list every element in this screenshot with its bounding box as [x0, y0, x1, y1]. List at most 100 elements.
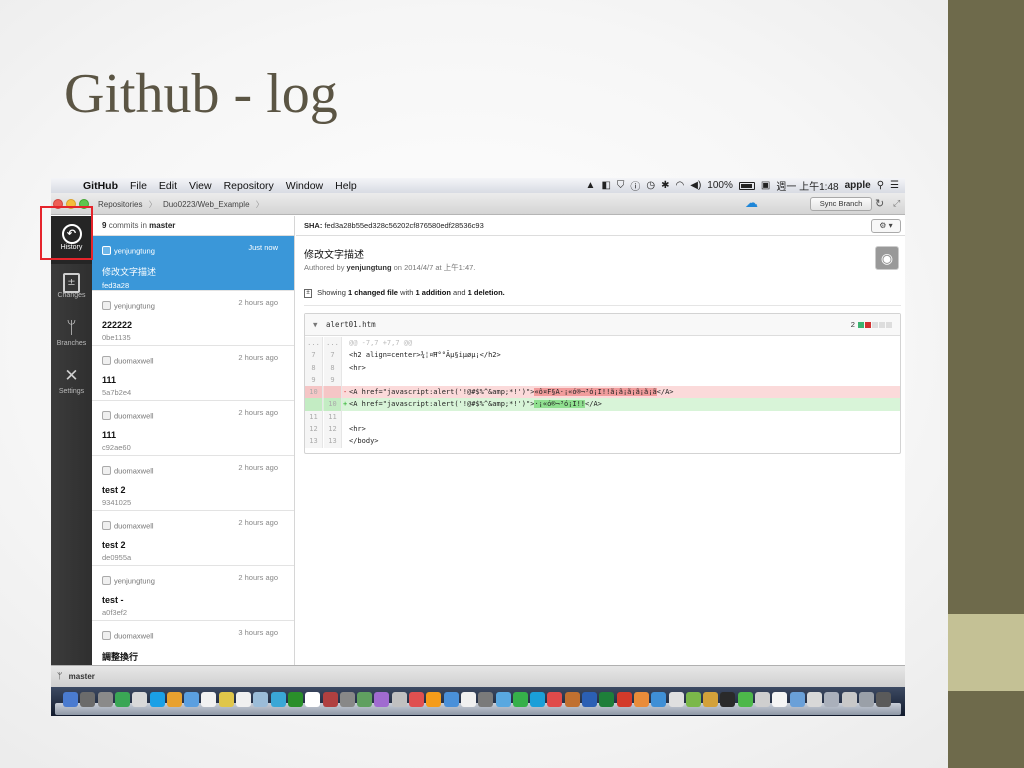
diff-code: <A href="javascript:alert('!@#$%^&amp;*!…	[349, 398, 602, 410]
dock-app-icon[interactable]	[720, 692, 736, 707]
menu-app-name[interactable]: GitHub	[77, 180, 124, 192]
dock-app-icon[interactable]	[426, 692, 442, 707]
dock-app-icon[interactable]	[460, 692, 476, 707]
dock-app-icon[interactable]	[357, 692, 373, 707]
dock-app-icon[interactable]	[547, 692, 563, 707]
dock-app-icon[interactable]	[772, 692, 788, 707]
file-diff-header[interactable]: ▼ alert01.htm 2	[305, 314, 900, 336]
dock-app-icon[interactable]	[530, 692, 546, 707]
sync-branch-button[interactable]: Sync Branch	[810, 197, 872, 211]
dock-app-icon[interactable]	[339, 692, 355, 707]
breadcrumb-repo[interactable]: Duo0223/Web_Example	[163, 200, 250, 209]
dock-app-icon[interactable]	[564, 692, 580, 707]
notification-icon[interactable]: ▲	[586, 180, 596, 191]
dock-app-icon[interactable]	[616, 692, 632, 707]
dock-app-icon[interactable]	[651, 692, 667, 707]
dock-app-icon[interactable]	[789, 692, 805, 707]
dock-app-icon[interactable]	[114, 692, 130, 707]
volume-icon[interactable]: ◀)	[690, 180, 701, 191]
bluetooth-icon[interactable]: ✱	[661, 180, 669, 191]
commit-count: 9	[102, 221, 107, 230]
dock-app-icon[interactable]	[478, 692, 494, 707]
dock-app-icon[interactable]	[858, 692, 874, 707]
dock-app-icon[interactable]	[287, 692, 303, 707]
commit-row[interactable]: yenjungtung 2 hours ago test - a0f3ef2	[92, 566, 294, 621]
dock-app-icon[interactable]	[841, 692, 857, 707]
dock-app-icon[interactable]	[512, 692, 528, 707]
commit-row[interactable]: yenjungtung 2 hours ago 222222 0be1135	[92, 291, 294, 346]
menu-repository[interactable]: Repository	[218, 180, 280, 192]
screen-icon[interactable]: ◧	[601, 180, 610, 191]
dock-app-icon[interactable]	[97, 692, 113, 707]
dock-app-icon[interactable]	[322, 692, 338, 707]
dock-app-icon[interactable]	[703, 692, 719, 707]
notification-center-icon[interactable]: ☰	[890, 180, 899, 191]
cloud-sync-icon[interactable]: ☁	[745, 196, 761, 209]
nav-settings[interactable]: ✕ Settings	[51, 360, 92, 408]
diff-code: @@ -7,7 +7,7 @@	[349, 337, 412, 349]
shield-icon[interactable]: ⛉	[617, 180, 625, 191]
slide-accent-bar-mid	[948, 614, 1024, 691]
current-branch[interactable]: master	[69, 672, 95, 681]
dock-app-icon[interactable]	[668, 692, 684, 707]
nav-branches[interactable]: ᛘ Branches	[51, 312, 92, 360]
dock-app-icon[interactable]	[253, 692, 269, 707]
dock-app-icon[interactable]	[201, 692, 217, 707]
dock-app-icon[interactable]	[305, 692, 321, 707]
dock-app-icon[interactable]	[236, 692, 251, 707]
dock-app-icon[interactable]	[755, 692, 770, 707]
nav-changes[interactable]: ± Changes	[51, 264, 92, 312]
dock-app-icon[interactable]	[633, 692, 649, 707]
dock-app-icon[interactable]	[184, 692, 200, 707]
dock-app-icon[interactable]	[149, 692, 165, 707]
dock-app-icon[interactable]	[824, 692, 840, 707]
dock-app-icon[interactable]	[409, 692, 424, 707]
commit-row[interactable]: duomaxwell 2 hours ago 111 c92ae60	[92, 401, 294, 456]
wifi-icon[interactable]: ◠	[676, 180, 685, 191]
nav-changes-label: Changes	[57, 292, 86, 299]
dock-app-icon[interactable]	[63, 692, 78, 707]
commit-row-sha: de0955a	[102, 553, 132, 562]
battery-icon[interactable]	[738, 181, 755, 190]
battery-percent: 100%	[707, 180, 733, 191]
clock[interactable]: 週一 上午1:48	[776, 178, 838, 193]
dock-app-icon[interactable]	[685, 692, 701, 707]
dock-app-icon[interactable]	[132, 692, 148, 707]
commit-row[interactable]: yenjungtung Just now 修改文字描述 fed3a28	[92, 236, 294, 291]
dock-app-icon[interactable]	[582, 692, 597, 707]
dock-app-icon[interactable]	[374, 692, 390, 707]
commit-row[interactable]: duomaxwell 2 hours ago test 2 9341025	[92, 456, 294, 511]
commit-row-author: duomaxwell	[114, 411, 154, 421]
dock-app-icon[interactable]	[806, 692, 822, 707]
gear-menu-button[interactable]: ⚙ ▾	[871, 219, 901, 233]
commit-row-author: yenjungtung	[114, 576, 155, 586]
dock-app-icon[interactable]	[218, 692, 234, 707]
dock-app-icon[interactable]	[270, 692, 286, 707]
breadcrumb-repositories[interactable]: Repositories	[98, 200, 142, 209]
refresh-icon[interactable]: ↻	[875, 197, 884, 210]
menu-help[interactable]: Help	[329, 180, 363, 192]
diff-stat-empty-block	[879, 322, 885, 329]
commit-row[interactable]: duomaxwell 2 hours ago test 2 de0955a	[92, 511, 294, 566]
dock-app-icon[interactable]	[443, 692, 459, 707]
menu-file[interactable]: File	[124, 180, 153, 192]
time-machine-icon[interactable]: ◷	[646, 180, 655, 191]
dock-app-icon[interactable]	[166, 692, 182, 707]
input-method-icon[interactable]: ▣	[761, 180, 770, 191]
spotlight-search-icon[interactable]: ⚲	[877, 180, 884, 191]
fullscreen-icon[interactable]: ⤢	[893, 198, 900, 209]
dock-app-icon[interactable]	[391, 692, 407, 707]
commit-row[interactable]: duomaxwell 2 hours ago 111 5a7b2e4	[92, 346, 294, 401]
dock-app-icon[interactable]	[876, 692, 892, 707]
menu-view[interactable]: View	[183, 180, 218, 192]
accessibility-icon[interactable]: ⓘ	[630, 178, 640, 193]
dock-app-icon[interactable]	[80, 692, 96, 707]
dock-app-icon[interactable]	[495, 692, 511, 707]
dock-app-icon[interactable]	[599, 692, 615, 707]
menu-window[interactable]: Window	[280, 180, 329, 192]
collapse-caret-icon[interactable]: ▼	[313, 320, 318, 329]
menu-edit[interactable]: Edit	[153, 180, 183, 192]
dock-app-icon[interactable]	[737, 692, 753, 707]
avatar-icon	[102, 246, 111, 256]
user-name[interactable]: apple	[845, 180, 871, 191]
